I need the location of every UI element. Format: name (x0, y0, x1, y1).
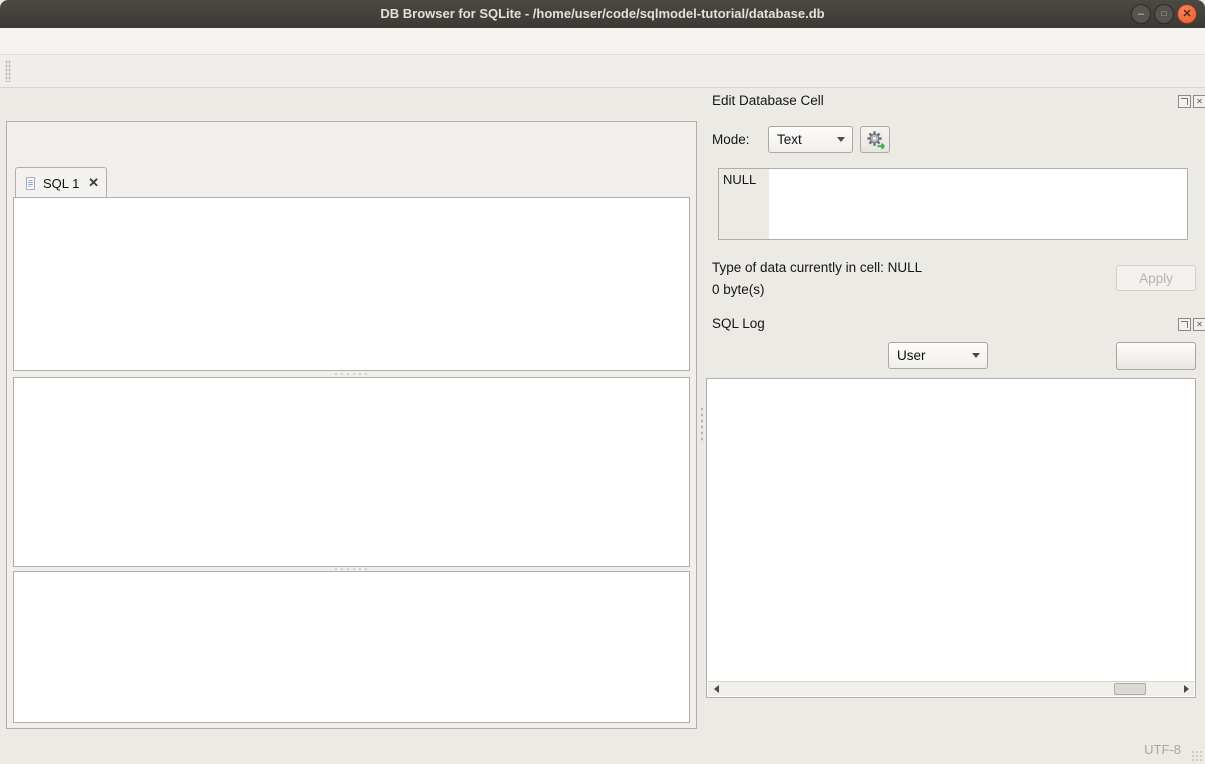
encoding-status: UTF-8 (1144, 742, 1181, 757)
resize-grip[interactable] (1191, 750, 1203, 762)
titlebar[interactable]: DB Browser for SQLite - /home/user/code/… (0, 0, 1205, 28)
maximize-button[interactable]: □ (1154, 4, 1174, 24)
scroll-left-icon[interactable] (708, 682, 724, 696)
scroll-right-icon[interactable] (1178, 682, 1194, 696)
auto-apply-button[interactable] (860, 126, 890, 153)
menubar (0, 28, 1205, 55)
toolbar-drag-handle[interactable] (5, 60, 11, 82)
scrollbar-thumb[interactable] (1114, 683, 1146, 695)
cell-value-editor[interactable]: NULL (718, 168, 1188, 240)
sql-tab[interactable]: SQL 1 ✕ (15, 167, 107, 198)
sql-tab-close-icon[interactable]: ✕ (88, 175, 99, 191)
execute-sql-page: SQL 1 ✕ (6, 121, 697, 729)
cell-value: NULL (719, 169, 769, 239)
chevron-down-icon (965, 343, 987, 368)
sql-log-title: SQL Log (712, 316, 765, 331)
edit-cell-title: Edit Database Cell (712, 93, 824, 108)
cell-size-info: 0 byte(s) (712, 282, 765, 297)
log-filter-select[interactable]: User (888, 342, 988, 369)
edit-cell-close-icon[interactable]: ✕ (1193, 95, 1205, 108)
chevron-down-icon (830, 127, 852, 152)
log-filter-value: User (889, 348, 965, 363)
apply-button: Apply (1116, 265, 1196, 291)
gear-icon (865, 129, 886, 150)
edit-cell-float-icon[interactable] (1178, 95, 1191, 108)
main-vertical-splitter[interactable] (698, 121, 705, 728)
main-toolbar (0, 55, 1205, 88)
minimize-button[interactable]: – (1131, 4, 1151, 24)
mode-label: Mode: (712, 132, 750, 147)
sql-editor[interactable] (13, 197, 690, 371)
mode-value: Text (769, 132, 830, 147)
log-horizontal-scrollbar[interactable] (708, 681, 1194, 696)
execution-output[interactable] (13, 571, 690, 723)
sql-tab-label: SQL 1 (43, 176, 79, 191)
sql-log-close-icon[interactable]: ✕ (1193, 318, 1205, 331)
mode-select[interactable]: Text (768, 126, 853, 153)
cell-type-info: Type of data currently in cell: NULL (712, 260, 922, 275)
sql-log-view[interactable] (706, 378, 1196, 698)
clear-log-button[interactable] (1116, 342, 1196, 370)
close-button[interactable]: ✕ (1177, 4, 1197, 24)
sql-file-icon (23, 176, 38, 191)
sql-log-float-icon[interactable] (1178, 318, 1191, 331)
results-grid[interactable] (13, 377, 690, 567)
window-title: DB Browser for SQLite - /home/user/code/… (0, 0, 1205, 28)
